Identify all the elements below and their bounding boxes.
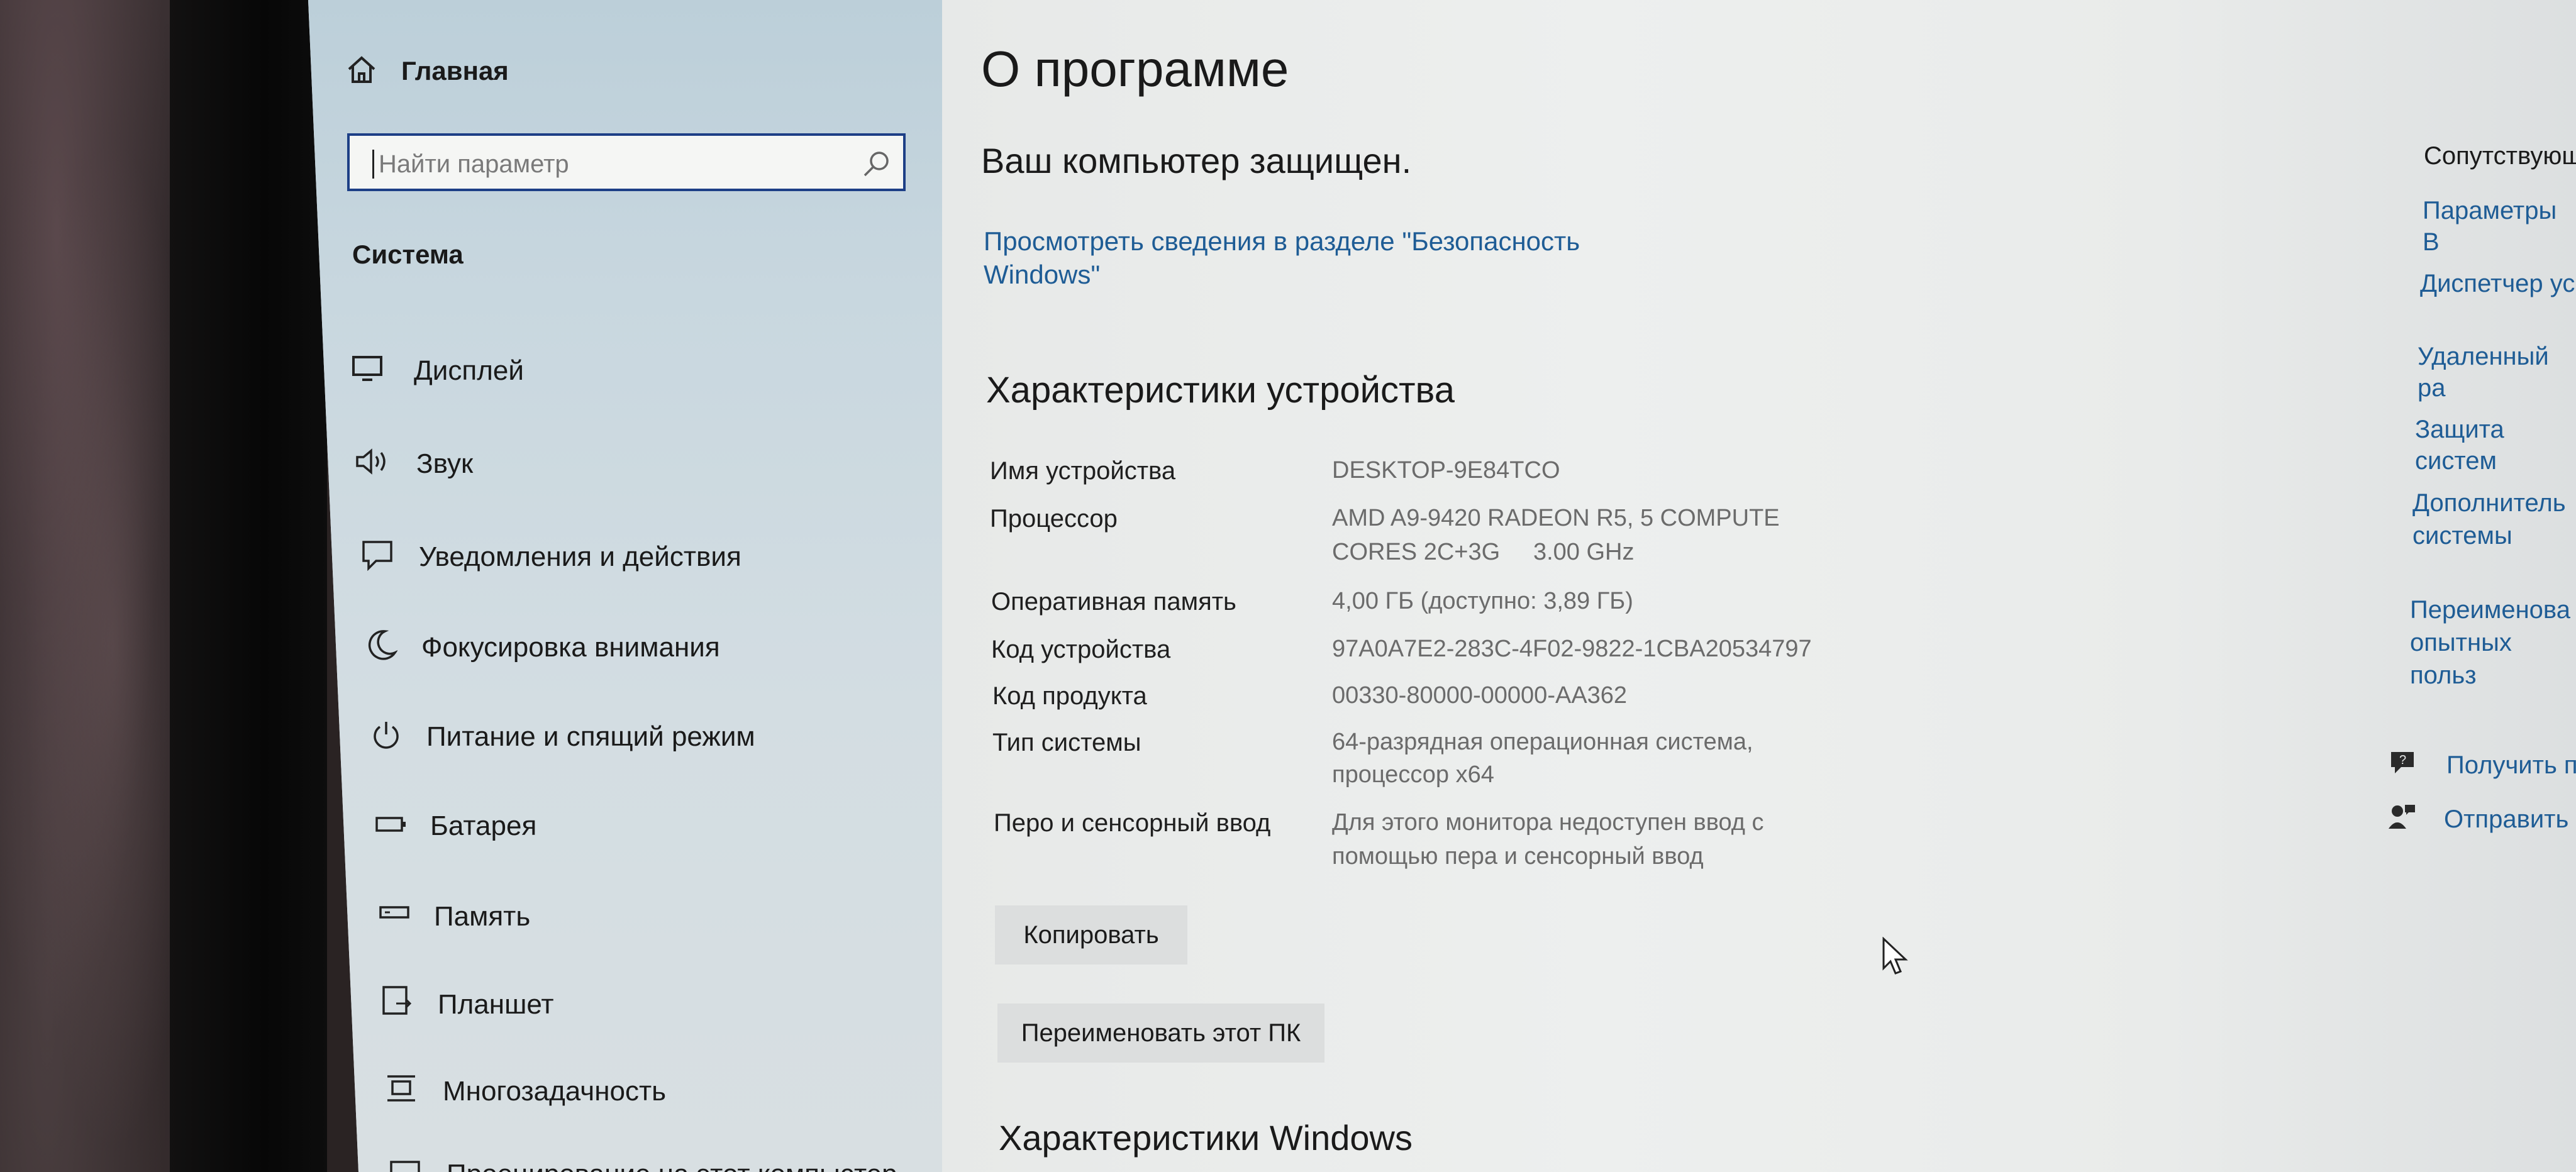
spec-label: Код продукта [992,682,1147,710]
related-link[interactable]: Диспетчер ус [2420,268,2575,299]
related-settings-title: Сопутствующ [2424,142,2576,170]
related-link[interactable]: Переименова опытных польз [2410,594,2576,692]
security-link-line: Просмотреть сведения в разделе "Безопасн… [984,226,1580,256]
sidebar-item-notifications[interactable]: Уведомления и действия [361,536,927,580]
home-nav-item[interactable]: Главная [346,53,660,91]
sidebar-item-label: Проецирование на этот компьютер [447,1161,897,1172]
spec-label: Код устройства [991,636,1171,663]
monitor-bezel [170,0,327,1172]
rename-pc-button[interactable]: Переименовать этот ПК [997,1003,1324,1063]
spec-label: Оперативная память [991,588,1236,616]
related-link-line: Дополнитель [2412,489,2566,517]
page-title: О программе [981,41,1289,97]
sidebar-item-label: Батарея [430,810,537,841]
spec-value: CORES 2C+3G 3.00 GHz [1332,539,1635,565]
protection-status: Ваш компьютер защищен. [981,141,1412,180]
related-link-line: системы [2412,522,2512,550]
related-link[interactable]: Удаленный ра [2418,341,2576,404]
sidebar-item-multitasking[interactable]: Многозадачность [385,1069,951,1113]
sidebar-item-tablet[interactable]: Планшет [381,981,947,1025]
sidebar-item-sound[interactable]: Звук [355,443,858,487]
spec-label: Перо и сенсорный ввод [994,809,1271,837]
spec-label: Тип системы [992,729,1141,756]
spec-value: DESKTOP-9E84TCO [1332,457,1560,484]
sidebar-item-battery[interactable]: Батарея [375,805,941,849]
home-label: Главная [401,56,509,86]
sidebar-item-label: Планшет [438,989,554,1020]
sidebar-item-projecting[interactable]: Проецирование на этот компьютер [389,1156,955,1172]
spec-label: Процессор [990,505,1118,533]
sidebar-item-power[interactable]: Питание и спящий режим [371,716,937,760]
spec-value: Для этого монитора недоступен ввод с [1332,809,1764,836]
moon-icon [368,630,397,660]
related-link[interactable]: Защита систем [2415,414,2576,477]
sidebar-item-label: Многозадачность [443,1076,667,1107]
svg-text:?: ? [2399,753,2406,767]
search-box[interactable] [347,133,906,191]
help-item-feedback[interactable]: Отправить [2386,802,2576,840]
mouse-pointer-icon [1882,937,1908,975]
monitor-icon [352,356,382,381]
battery-icon [375,817,406,832]
spec-value: процессор x64 [1332,761,1494,788]
security-link[interactable]: Просмотреть сведения в разделе "Безопасн… [984,225,1580,291]
sidebar-item-label: Фокусировка внимания [421,632,720,663]
settings-window: Главная Система Дисплей Звук [308,0,2576,1172]
help-label: Получить п [2446,751,2576,779]
copy-button[interactable]: Копировать [995,905,1187,965]
related-link-line: опытных польз [2410,629,2512,689]
spec-value: 64-разрядная операционная система, [1332,729,1753,755]
spec-value: 4,00 ГБ (доступно: 3,89 ГБ) [1332,588,1633,614]
security-link-line: Windows" [984,259,1101,289]
windows-specs-heading: Характеристики Windows [999,1118,1413,1158]
sidebar-item-label: Звук [416,448,474,479]
sidebar-item-label: Дисплей [414,355,524,386]
sidebar: Главная Система Дисплей Звук [308,0,942,1172]
spec-value: 97A0A7E2-283C-4F02-9822-1CBA20534797 [1332,636,1812,662]
notifications-icon [362,541,392,571]
sidebar-item-label: Память [434,901,531,932]
sidebar-item-focus-assist[interactable]: Фокусировка внимания [366,626,932,670]
storage-icon [379,906,409,919]
home-icon [348,56,375,83]
speaker-icon [356,448,386,475]
related-link[interactable]: Параметры B [2423,195,2576,258]
sidebar-item-display[interactable]: Дисплей [351,350,854,394]
spec-value: 00330-80000-00000-AA362 [1332,682,1628,709]
related-link-line: Переименова [2410,596,2570,624]
search-input[interactable] [377,143,858,185]
main-content: О программе Ваш компьютер защищен. Просм… [942,0,2576,1172]
feedback-icon [2389,805,2415,829]
help-item-get-help[interactable]: ? Получить п [2389,748,2576,786]
sidebar-item-label: Уведомления и действия [419,541,741,572]
background-fabric [0,0,189,1172]
help-label: Отправить [2444,805,2569,833]
projecting-icon [390,1161,420,1172]
spec-value: помощью пера и сенсорный ввод [1332,843,1704,870]
help-chat-icon: ? [2391,752,2414,773]
text-caret [372,150,374,179]
device-specs-heading: Характеристики устройства [986,370,1455,411]
spec-value: AMD A9-9420 RADEON R5, 5 COMPUTE [1332,505,1780,531]
sidebar-item-storage[interactable]: Память [379,894,945,938]
search-icon[interactable] [862,150,891,179]
related-link[interactable]: Дополнитель системы [2412,487,2566,552]
tablet-icon [382,986,412,1015]
spec-label: Имя устройства [990,457,1176,485]
power-icon [374,722,399,749]
multitasking-icon [387,1075,415,1102]
section-title: Система [352,240,464,269]
sidebar-item-label: Питание и спящий режим [426,721,755,752]
